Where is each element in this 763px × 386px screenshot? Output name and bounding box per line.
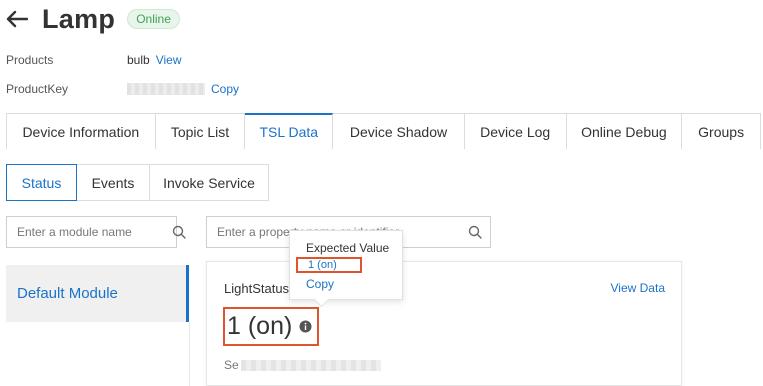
productkey-label: ProductKey: [6, 82, 69, 96]
module-search-input[interactable]: [17, 225, 172, 239]
search-icon[interactable]: [460, 225, 490, 239]
card-footer: Se: [224, 358, 381, 372]
property-value: 1 (on): [223, 307, 320, 346]
tab-online-debug[interactable]: Online Debug: [566, 113, 683, 149]
property-card: LightStatus View Data 1 (on) Se: [206, 261, 682, 386]
masked-productkey: [127, 83, 205, 95]
copy-productkey-link[interactable]: Copy: [211, 82, 239, 96]
status-badge: Online: [127, 9, 180, 29]
view-data-link[interactable]: View Data: [611, 281, 665, 295]
product-label: Products: [6, 53, 54, 67]
tab-tsl-data[interactable]: TSL Data: [245, 113, 334, 150]
expected-value-popover: Expected Value 1 (on) Copy: [289, 230, 403, 300]
subtab-invoke-service[interactable]: Invoke Service: [150, 164, 269, 201]
subtab-events[interactable]: Events: [77, 164, 150, 201]
search-icon[interactable]: [172, 225, 186, 239]
tab-device-information[interactable]: Device Information: [7, 113, 156, 149]
tab-topic-list[interactable]: Topic List: [155, 113, 246, 149]
arrow-left-icon[interactable]: [6, 7, 30, 31]
tsl-subtabs: Status Events Invoke Service: [6, 164, 269, 201]
product-row: Products bulb View: [6, 53, 181, 67]
masked-footer-text: [240, 359, 381, 371]
info-icon[interactable]: [299, 320, 312, 333]
tab-groups[interactable]: Groups: [682, 113, 761, 149]
subtab-status[interactable]: Status: [6, 164, 77, 201]
tab-device-log[interactable]: Device Log: [464, 113, 567, 149]
tab-device-shadow[interactable]: Device Shadow: [333, 113, 465, 149]
module-search: [6, 216, 186, 248]
sidebar-item-default-module[interactable]: Default Module: [6, 265, 189, 322]
page-title: Lamp: [42, 3, 116, 34]
product-value: bulb: [127, 53, 150, 67]
page-header: Lamp Online: [6, 2, 180, 36]
panel-divider: [189, 322, 190, 386]
productkey-row: ProductKey Copy: [6, 82, 239, 96]
view-product-link[interactable]: View: [156, 53, 182, 67]
footer-prefix: Se: [224, 358, 239, 372]
property-value-text: 1 (on): [227, 312, 293, 340]
module-label: Default Module: [17, 285, 118, 302]
property-name: LightStatus: [224, 281, 290, 296]
popover-copy-link[interactable]: Copy: [306, 277, 334, 291]
device-tabs: Device Information Topic List TSL Data D…: [6, 113, 761, 150]
popover-title: Expected Value: [306, 241, 390, 255]
popover-value: 1 (on): [296, 257, 362, 273]
